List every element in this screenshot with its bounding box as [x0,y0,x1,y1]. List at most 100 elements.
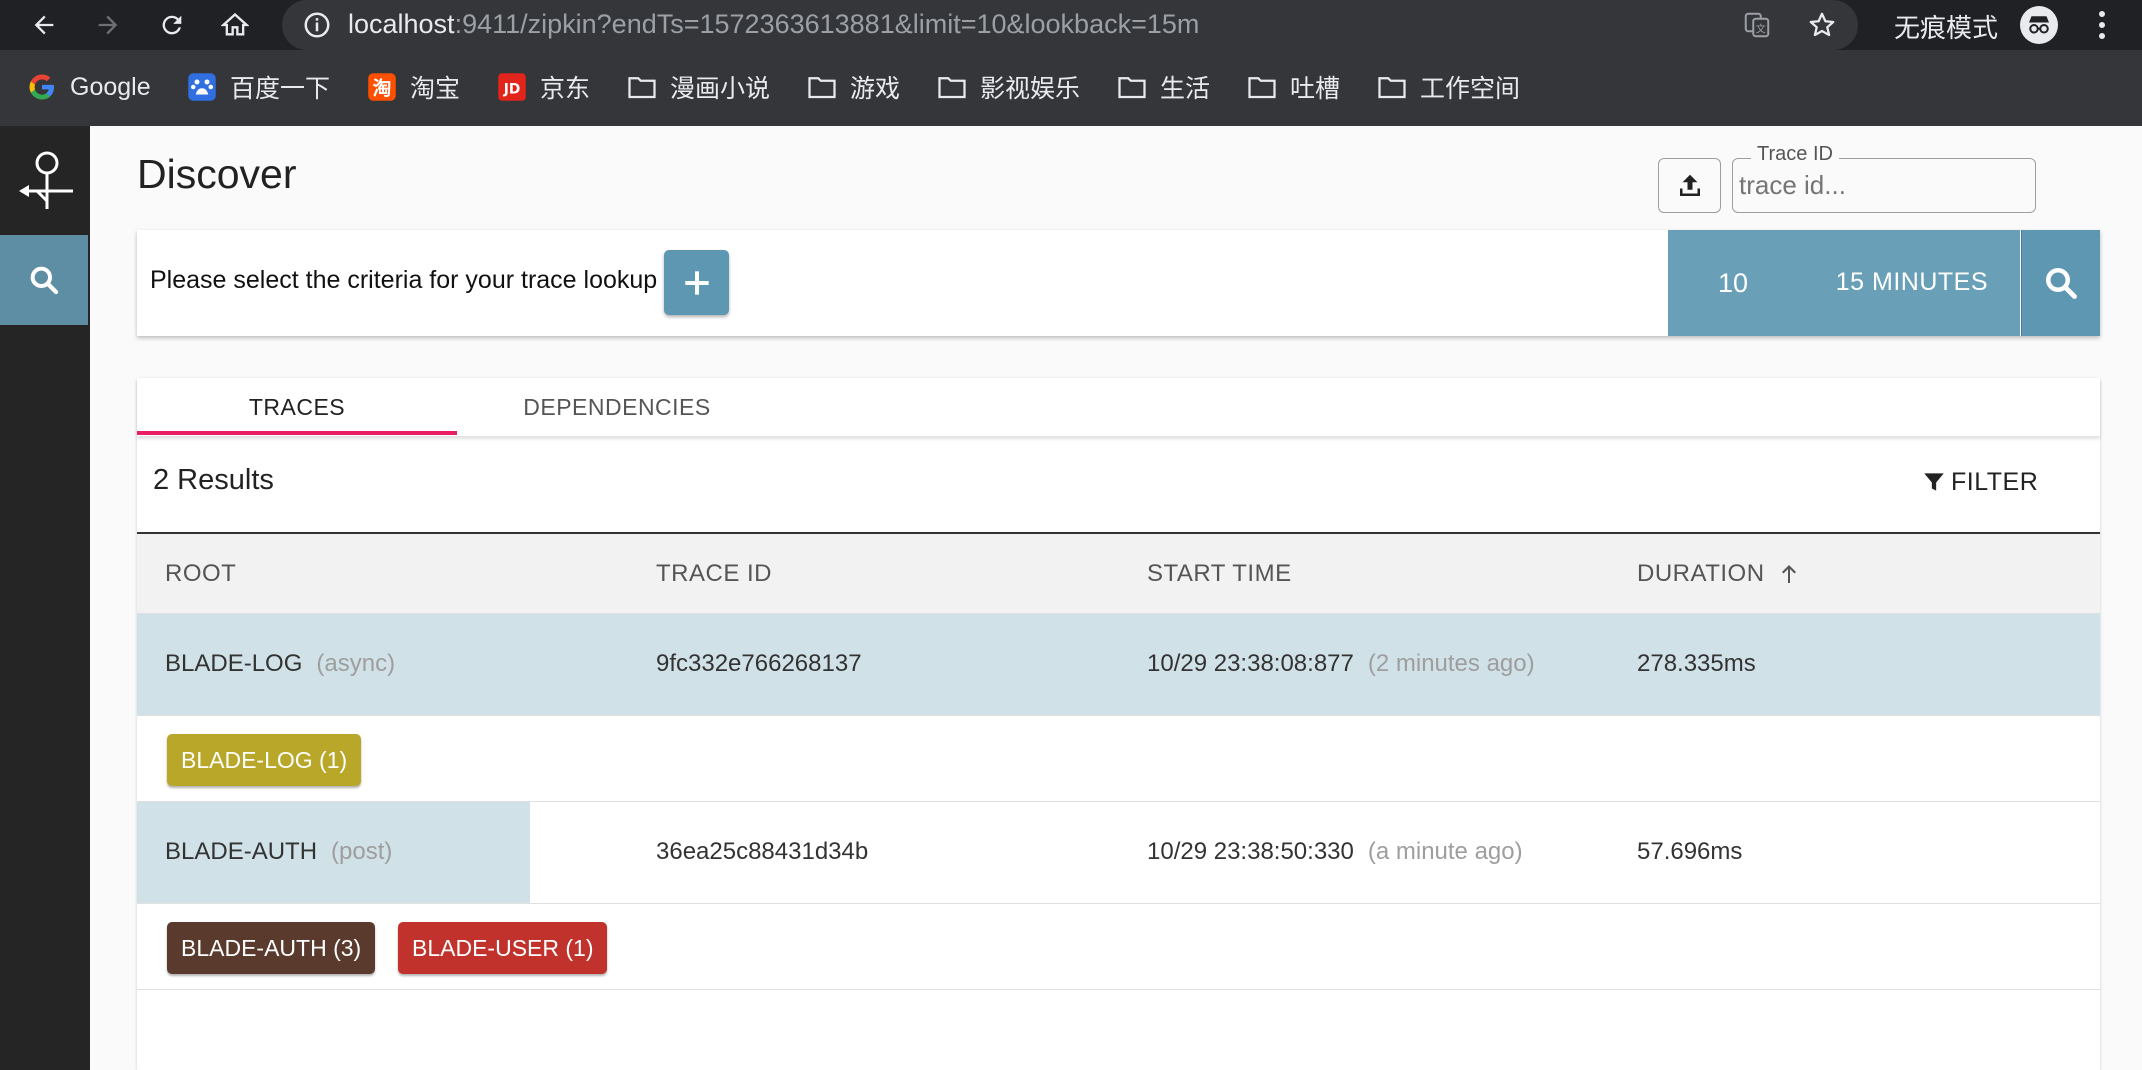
bookmark-folder-comics[interactable]: 漫画小说 [626,68,770,106]
home-icon [221,12,249,36]
add-criteria-button[interactable] [664,250,729,315]
service-tag[interactable]: BLADE-LOG (1) [167,734,362,786]
column-header-start-time[interactable]: START TIME [1147,560,1292,588]
column-label: ROOT [165,560,237,587]
bookmark-label: 游戏 [850,75,901,103]
incognito-icon[interactable] [2020,6,2058,44]
sort-ascending-icon [1781,565,1796,583]
trace-id-input[interactable] [1739,167,2019,203]
relative-time: (a minute ago) [1367,838,1523,865]
reload-button[interactable] [152,6,192,44]
reload-icon [162,15,182,35]
upload-json-button[interactable] [1658,158,1721,213]
bookmark-folder-games[interactable]: 游戏 [806,68,900,106]
service-tag[interactable]: BLADE-USER (1) [398,922,608,974]
svg-text:淘: 淘 [373,77,392,100]
duration-bar [137,614,2100,715]
search-icon [30,266,59,295]
bookmark-folder-movies[interactable]: 影视娱乐 [936,68,1080,106]
service-tags-row: BLADE-LOG (1) [137,716,2100,802]
bookmark-label: 淘宝 [410,75,461,103]
filter-icon [1924,473,1944,491]
bookmark-baidu[interactable]: 百度一下 [186,68,330,106]
results-card: TRACES DEPENDENCIES 2 Results FILTER ROO… [137,378,2100,1070]
root-service: BLADE-LOG [165,650,303,677]
jd-icon: JD [496,71,528,103]
folder-icon [806,71,838,103]
browser-toolbar: localhost:9411/zipkin?endTs=157236361388… [0,0,2142,50]
sidebar-item-discover[interactable] [0,235,88,325]
column-header-root[interactable]: ROOT [165,560,236,588]
bookmark-label: 影视娱乐 [980,75,1081,103]
address-bar[interactable]: localhost:9411/zipkin?endTs=157236361388… [282,0,1858,50]
relative-time: (2 minutes ago) [1367,650,1535,677]
info-icon[interactable] [302,10,332,45]
svg-text:JD: JD [503,81,521,97]
home-button[interactable] [215,6,255,44]
tab-traces[interactable]: TRACES [137,394,457,421]
bookmark-folder-rants[interactable]: 吐槽 [1246,68,1340,106]
column-label: DURATION [1637,560,1765,587]
trace-row[interactable]: BLADE-AUTH (post) 36ea25c88431d34b 10/29 … [137,802,2100,904]
column-label: START TIME [1147,560,1292,587]
root-span-name: (post) [331,838,393,865]
zipkin-app: Discover Trace ID Please select the crit… [0,126,2142,1070]
column-header-duration[interactable]: DURATION [1637,560,1801,588]
duration-cell: 278.335ms [1637,650,1756,677]
root-cell: BLADE-LOG (async) [165,650,395,678]
folder-icon [626,71,658,103]
taobao-icon: 淘 [366,71,398,103]
forward-button[interactable] [88,6,128,44]
bookmark-label: 工作空间 [1420,75,1521,103]
column-header-trace-id[interactable]: TRACE ID [656,560,772,588]
translate-button[interactable]: 文 [1737,6,1777,44]
google-icon [26,71,58,103]
criteria-prompt: Please select the criteria for your trac… [150,266,658,294]
search-icon [2046,268,2077,299]
tab-dependencies[interactable]: DEPENDENCIES [457,394,777,421]
page-title: Discover [137,151,297,197]
folder-icon [1246,71,1278,103]
bookmark-folder-life[interactable]: 生活 [1116,68,1210,106]
trace-id-label: Trace ID [1751,143,1839,166]
url-host: localhost [348,9,455,39]
filter-button[interactable]: FILTER [1921,464,2038,500]
star-icon [1809,12,1835,37]
url-text: localhost:9411/zipkin?endTs=157236361388… [348,9,1199,40]
arrow-left-icon [34,15,54,35]
results-count: 2 Results [153,464,274,496]
start-time: 10/29 23:38:50:330 [1147,838,1354,865]
baidu-icon [186,71,218,103]
bookmark-star-button[interactable] [1802,6,1842,44]
bookmark-jd[interactable]: JD 京东 [496,68,590,106]
bookmark-label: 京东 [540,75,591,103]
url-path: :9411/zipkin?endTs=1572363613881&limit=1… [454,9,1200,39]
lookback-select[interactable]: 15 MINUTES [1836,268,1988,297]
root-cell: BLADE-AUTH (post) [165,838,392,866]
duration-cell: 57.696ms [1637,838,1743,865]
start-time-cell: 10/29 23:38:08:877 (2 minutes ago) [1147,650,1535,678]
service-tags-row: BLADE-AUTH (3) BLADE-USER (1) [137,904,2100,990]
back-button[interactable] [24,6,64,44]
column-label: TRACE ID [656,560,773,587]
trace-row[interactable]: BLADE-LOG (async) 9fc332e766268137 10/29 … [137,614,2100,716]
bookmark-taobao[interactable]: 淘 淘宝 [366,68,460,106]
query-options[interactable]: 10 15 MINUTES [1668,230,2020,336]
svg-text:文: 文 [1756,23,1766,36]
bookmark-label: 吐槽 [1290,75,1341,103]
service-tag[interactable]: BLADE-AUTH (3) [167,922,376,974]
start-time: 10/29 23:38:08:877 [1147,650,1354,677]
plus-icon [684,270,709,295]
browser-menu-icon[interactable] [2090,6,2114,44]
trace-id-field[interactable]: Trace ID [1732,143,2036,213]
run-query-button[interactable] [2021,230,2100,336]
bookmark-google[interactable]: Google [26,68,151,106]
bookmark-label: 漫画小说 [670,75,771,103]
trace-id-cell: 36ea25c88431d34b [656,838,869,865]
bookmark-folder-work[interactable]: 工作空间 [1376,68,1520,106]
zipkin-logo-icon[interactable] [0,136,90,226]
limit-input[interactable]: 10 [1718,268,1748,299]
trace-id-cell: 9fc332e766268137 [656,650,862,677]
active-tab-indicator [137,431,457,435]
incognito-label: 无痕模式 [1894,13,1999,43]
